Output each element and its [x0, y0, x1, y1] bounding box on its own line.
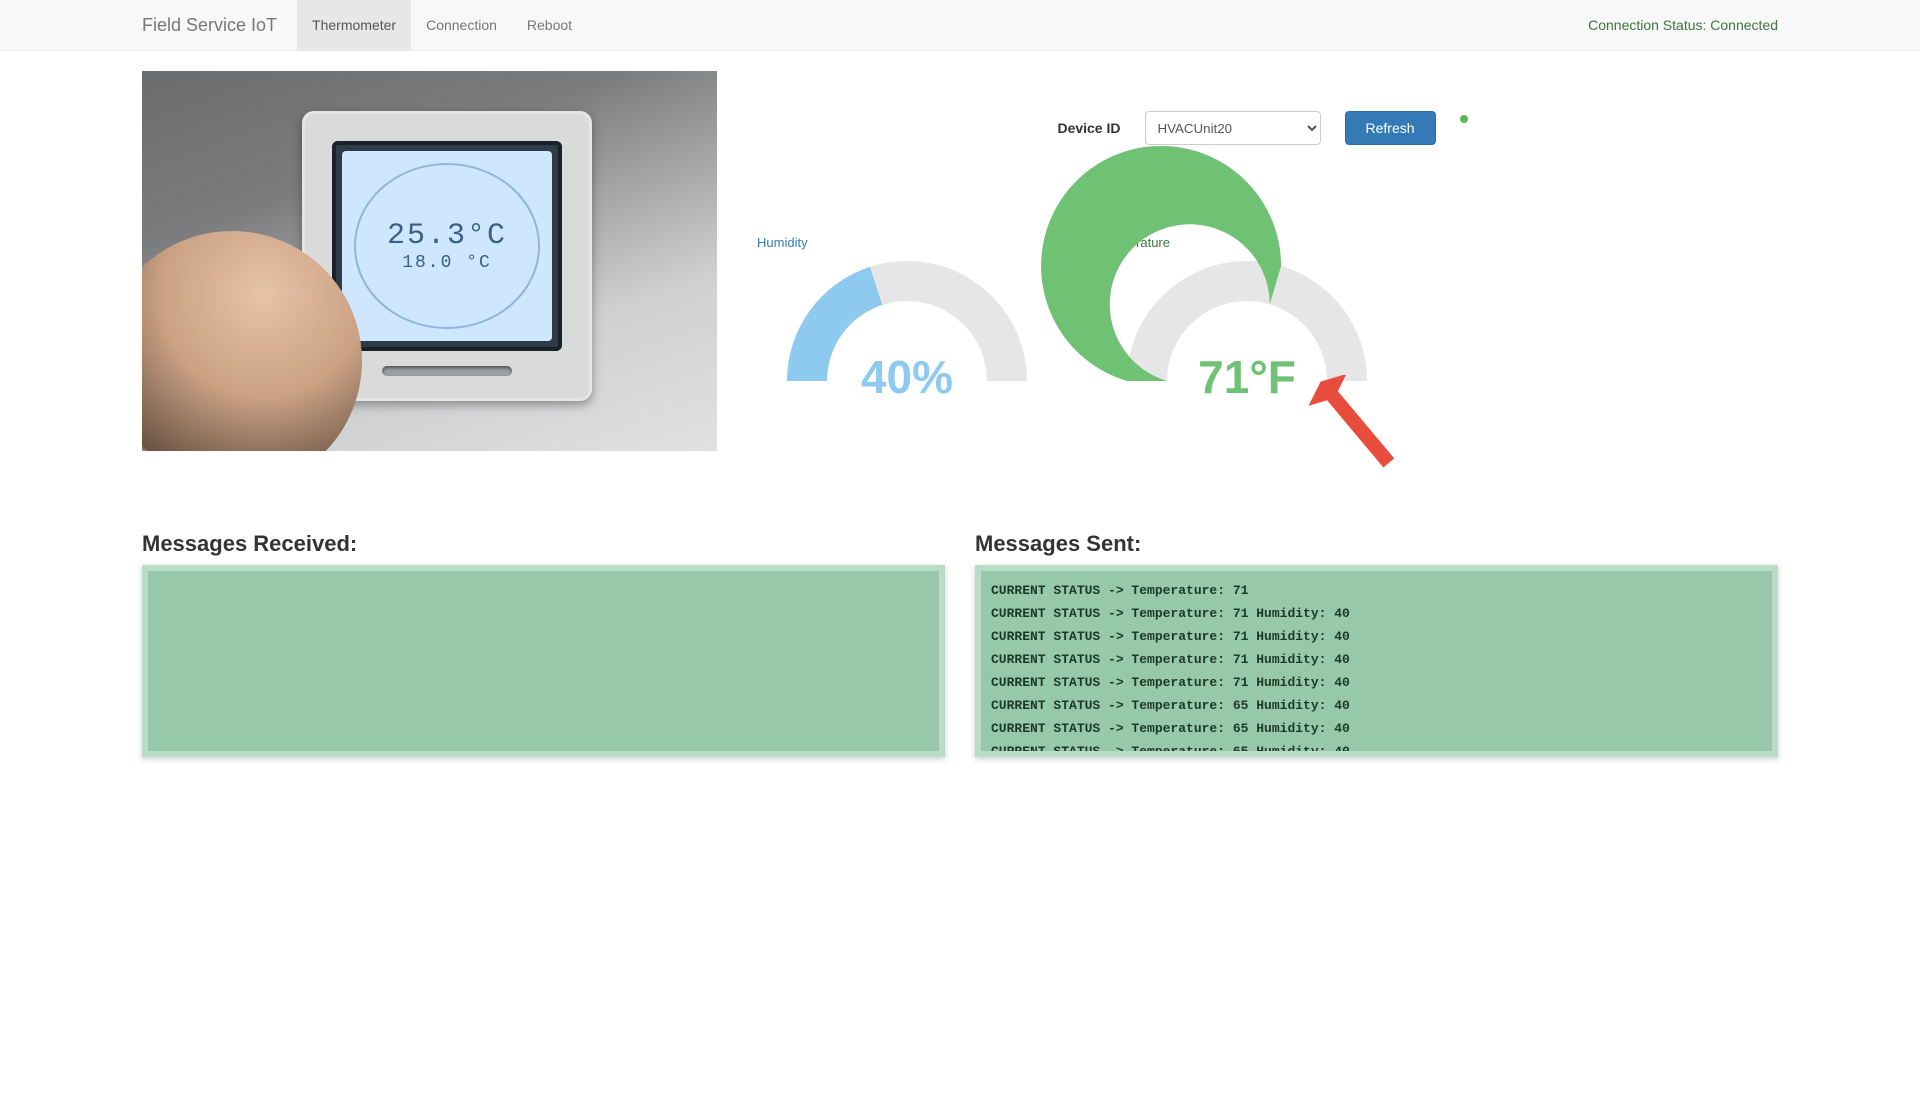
temperature-gauge: 71°F [1122, 256, 1372, 386]
device-id-select[interactable]: HVACUnit20 [1145, 111, 1321, 145]
device-status-dot-icon [1460, 115, 1468, 123]
messages-sent-list[interactable]: CURRENT STATUS -> Temperature: 71CURRENT… [981, 571, 1772, 751]
device-id-label: Device ID [1057, 120, 1120, 136]
messages-sent-title: Messages Sent: [975, 531, 1778, 557]
messages-sent-box: CURRENT STATUS -> Temperature: 71CURRENT… [975, 565, 1778, 757]
connection-status-value: Connected [1710, 17, 1778, 33]
connection-status-label: Connection Status: [1588, 17, 1710, 33]
nav-tab-connection[interactable]: Connection [411, 0, 512, 50]
message-line: CURRENT STATUS -> Temperature: 65 Humidi… [991, 740, 1762, 751]
message-line: CURRENT STATUS -> Temperature: 71 Humidi… [991, 602, 1762, 625]
humidity-gauge: 40% [782, 256, 1032, 386]
message-line: CURRENT STATUS -> Temperature: 71 [991, 579, 1762, 602]
messages-received-box [142, 565, 945, 757]
message-line: CURRENT STATUS -> Temperature: 65 Humidi… [991, 717, 1762, 740]
messages-received-list[interactable] [148, 571, 939, 751]
refresh-button[interactable]: Refresh [1345, 111, 1436, 145]
thermostat-image: 25.3°C 18.0 °C [142, 71, 717, 451]
message-line: CURRENT STATUS -> Temperature: 71 Humidi… [991, 671, 1762, 694]
nav-tab-reboot[interactable]: Reboot [512, 0, 587, 50]
humidity-gauge-title: Humidity [757, 235, 1057, 250]
nav-tab-thermometer[interactable]: Thermometer [297, 0, 411, 50]
messages-received-title: Messages Received: [142, 531, 945, 557]
brand-title: Field Service IoT [0, 0, 297, 50]
message-line: CURRENT STATUS -> Temperature: 65 Humidi… [991, 694, 1762, 717]
humidity-gauge-value: 40% [782, 350, 1032, 404]
message-line: CURRENT STATUS -> Temperature: 71 Humidi… [991, 625, 1762, 648]
message-line: CURRENT STATUS -> Temperature: 71 Humidi… [991, 648, 1762, 671]
connection-status: Connection Status: Connected [1573, 0, 1920, 50]
temperature-gauge-value: 71°F [1122, 350, 1372, 404]
navbar: Field Service IoT Thermometer Connection… [0, 0, 1920, 51]
